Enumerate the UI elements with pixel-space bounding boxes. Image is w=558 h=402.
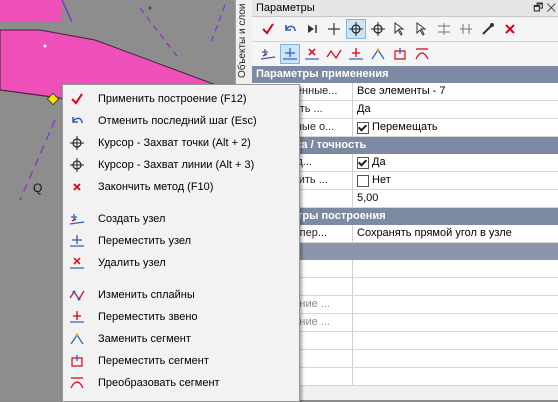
- menu-item-finish[interactable]: Закончить метод (F10): [63, 176, 299, 198]
- node-plus-icon[interactable]: [456, 19, 476, 39]
- menu-item-undo[interactable]: Отменить последний шаг (Esc): [63, 110, 299, 132]
- create-node-icon: [69, 211, 85, 227]
- menu-item-transform-segment[interactable]: Преобразовать сегмент: [63, 372, 299, 394]
- property-value[interactable]: Сохранять прямой угол в узле: [353, 225, 558, 242]
- menu-item-label: Удалить узел: [98, 257, 166, 269]
- context-menu: Применить построение (F12) Отменить посл…: [62, 84, 300, 402]
- undo-icon[interactable]: [280, 19, 300, 39]
- menu-item-capture-line[interactable]: Курсор - Захват линии (Alt + 3): [63, 154, 299, 176]
- property-value[interactable]: Все элементы - 7: [353, 83, 558, 100]
- toolbar-row-1: [252, 17, 558, 42]
- capture-line-icon[interactable]: [368, 19, 388, 39]
- pink-polygon: [0, 0, 62, 22]
- cross-icon: [69, 179, 85, 195]
- spline-tool-icon[interactable]: [324, 44, 344, 64]
- transform-segment-icon: [69, 375, 85, 391]
- panel-titlebar: Параметры 🗗 ✕: [252, 0, 558, 17]
- snap-icon[interactable]: [434, 19, 454, 39]
- menu-item-create-node[interactable]: Создать узел: [63, 208, 299, 230]
- menu-item-label: Переместить звено: [98, 311, 198, 323]
- pipette-icon[interactable]: [478, 19, 498, 39]
- crosshair-line-icon: [69, 157, 85, 173]
- cursor-t-icon[interactable]: [412, 19, 432, 39]
- check-icon: [69, 91, 85, 107]
- menu-item-label: Создать узел: [98, 213, 166, 225]
- create-node-tool-icon[interactable]: [258, 44, 278, 64]
- delete-node-tool-icon[interactable]: [302, 44, 322, 64]
- move-segment-icon: [69, 353, 85, 369]
- menu-item-label: Применить построение (F12): [98, 93, 247, 105]
- replace-segment-icon: [69, 331, 85, 347]
- cursor-o-icon[interactable]: [390, 19, 410, 39]
- move-segment-tool-icon[interactable]: [390, 44, 410, 64]
- section-header-apply[interactable]: Параметры применения: [252, 66, 558, 83]
- menu-item-label: Заменить сегмент: [98, 333, 191, 345]
- apply-check-icon[interactable]: [258, 19, 278, 39]
- autocreate-checkbox[interactable]: [357, 156, 369, 169]
- menu-item-label: Переместить узел: [98, 235, 192, 247]
- property-value[interactable]: Да: [353, 101, 558, 118]
- move-link-tool-icon[interactable]: [346, 44, 366, 64]
- move-checkbox[interactable]: [357, 121, 369, 134]
- menu-item-move-node[interactable]: Переместить узел: [63, 230, 299, 252]
- menu-item-label: Курсор - Захват точки (Alt + 2): [98, 137, 251, 149]
- menu-item-apply[interactable]: Применить построение (F12): [63, 88, 299, 110]
- delete-node-icon: [69, 255, 85, 271]
- menu-item-edit-splines[interactable]: Изменить сплайны: [63, 284, 299, 306]
- menu-item-move-segment[interactable]: Переместить сегмент: [63, 350, 299, 372]
- capture-point-icon[interactable]: [346, 19, 366, 39]
- menu-item-label: Отменить последний шаг (Esc): [98, 115, 257, 127]
- menu-item-label: Курсор - Захват линии (Alt + 3): [98, 159, 255, 171]
- property-value[interactable]: 5,00: [353, 190, 558, 207]
- panel-title: Параметры: [256, 2, 315, 14]
- plus-cross-icon[interactable]: [324, 19, 344, 39]
- toolbar-row-2: [252, 42, 558, 67]
- property-value: Нет: [372, 174, 391, 186]
- move-node-tool-icon[interactable]: [280, 44, 300, 64]
- menu-item-label: Закончить метод (F10): [98, 181, 214, 193]
- move-node-icon: [69, 233, 85, 249]
- step-icon[interactable]: [302, 19, 322, 39]
- crosshair-point-icon: [69, 135, 85, 151]
- menu-item-capture-point[interactable]: Курсор - Захват точки (Alt + 2): [63, 132, 299, 154]
- move-link-icon: [69, 309, 85, 325]
- menu-item-label: Преобразовать сегмент: [98, 377, 220, 389]
- menu-item-move-link[interactable]: Переместить звено: [63, 306, 299, 328]
- map-label: Q: [33, 181, 43, 195]
- undo-icon: [69, 113, 85, 129]
- replace-segment-tool-icon[interactable]: [368, 44, 388, 64]
- menu-item-delete-node[interactable]: Удалить узел: [63, 252, 299, 274]
- menu-item-replace-segment[interactable]: Заменить сегмент: [63, 328, 299, 350]
- transform-segment-tool-icon[interactable]: [412, 44, 432, 64]
- property-value: Да: [372, 156, 386, 168]
- panel-window-buttons[interactable]: 🗗 ✕: [533, 0, 556, 16]
- spline-icon: [69, 287, 85, 303]
- property-value: Перемещать: [372, 121, 438, 133]
- menu-item-label: Переместить сегмент: [98, 355, 209, 367]
- cancel-icon[interactable]: [500, 19, 520, 39]
- limit-checkbox[interactable]: [357, 174, 369, 187]
- objects-layers-tab-label: Объекты и слои: [237, 4, 248, 79]
- menu-item-label: Изменить сплайны: [98, 289, 195, 301]
